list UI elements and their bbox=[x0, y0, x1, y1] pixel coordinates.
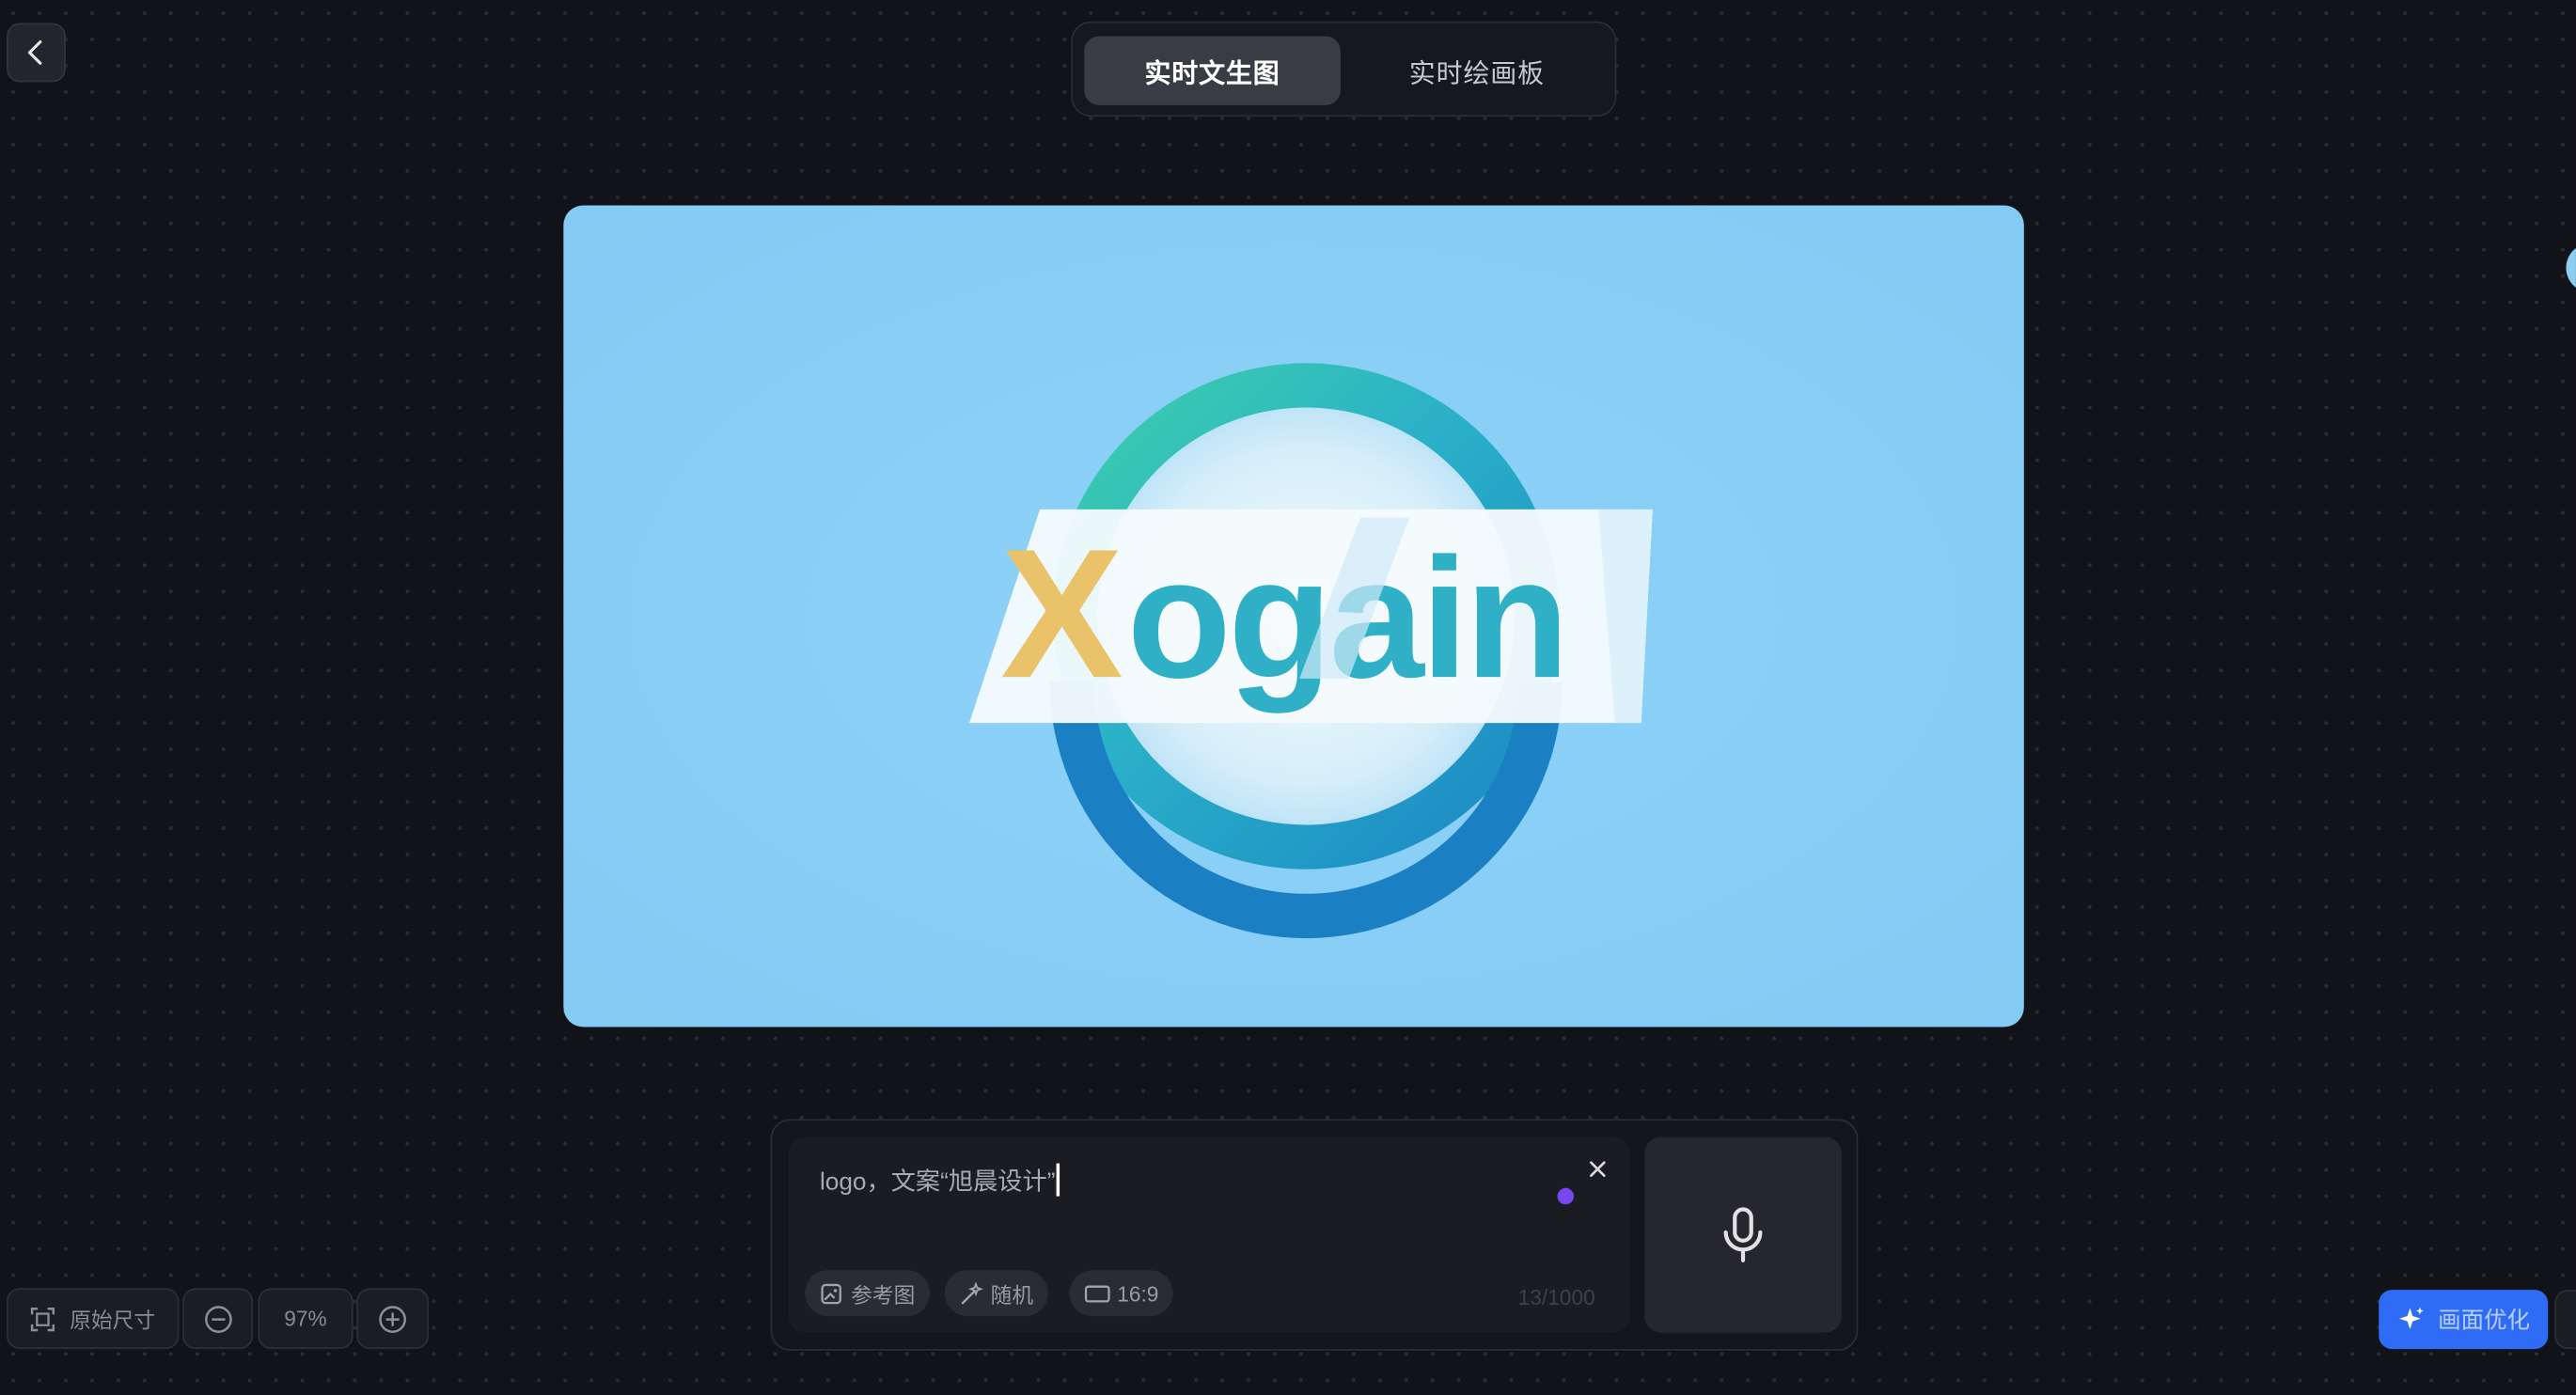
aspect-ratio-label: 16:9 bbox=[1117, 1280, 1159, 1306]
zoom-level: 97% bbox=[258, 1288, 353, 1350]
voice-input-button[interactable] bbox=[1644, 1136, 1842, 1333]
original-size-button[interactable]: 原始尺寸 bbox=[6, 1288, 180, 1350]
generated-image: X ogain bbox=[563, 205, 2024, 1027]
back-button[interactable] bbox=[6, 23, 66, 83]
zoom-in-button[interactable] bbox=[356, 1288, 430, 1350]
close-icon bbox=[1589, 1160, 1605, 1177]
optimize-image-label: 画面优化 bbox=[2438, 1306, 2530, 1333]
magic-wand-icon bbox=[961, 1280, 984, 1304]
character-count: 13/1000 bbox=[1517, 1284, 1595, 1310]
random-label: 随机 bbox=[990, 1282, 1034, 1308]
reference-image-chip[interactable]: 参考图 bbox=[805, 1270, 931, 1317]
random-chip[interactable]: 随机 bbox=[944, 1270, 1048, 1317]
tab-realtime-text-to-image[interactable]: 实时文生图 bbox=[1084, 36, 1341, 105]
logo-letter-x: X bbox=[1000, 511, 1123, 716]
original-size-label: 原始尺寸 bbox=[70, 1308, 156, 1333]
image-add-icon bbox=[821, 1282, 841, 1304]
fit-frame-icon bbox=[31, 1307, 55, 1331]
zoom-in-icon bbox=[379, 1305, 406, 1333]
zoom-out-icon bbox=[204, 1305, 231, 1333]
text-caret bbox=[1057, 1163, 1060, 1197]
prompt-text-value: logo，文案“旭晨设计” bbox=[819, 1168, 1056, 1197]
workspace-canvas: 实时文生图 实时绘画板 X ogain bbox=[0, 0, 2576, 1395]
reference-image-label: 参考图 bbox=[851, 1282, 916, 1308]
mode-tabs: 实时文生图 实时绘画板 bbox=[1071, 21, 1617, 118]
prompt-text: logo，文案“旭晨设计” bbox=[819, 1163, 1060, 1199]
sparkle-icon bbox=[2399, 1307, 2424, 1330]
side-panel-handle[interactable] bbox=[2566, 243, 2576, 293]
clear-prompt-button[interactable] bbox=[1583, 1155, 1610, 1182]
microphone-icon bbox=[1723, 1206, 1763, 1262]
aspect-ratio-chip[interactable]: 16:9 bbox=[1069, 1270, 1174, 1317]
aspect-ratio-icon bbox=[1084, 1285, 1110, 1303]
zoom-out-button[interactable] bbox=[181, 1288, 254, 1350]
generated-logo-artwork: X ogain bbox=[968, 363, 1653, 939]
collapsed-panel-toggle[interactable] bbox=[2554, 1290, 2576, 1350]
tab-realtime-drawing-board[interactable]: 实时绘画板 bbox=[1349, 36, 1606, 104]
optimize-image-button[interactable]: 画面优化 bbox=[2379, 1290, 2549, 1350]
chevron-left-icon bbox=[27, 40, 42, 65]
status-dot bbox=[1557, 1187, 1575, 1205]
